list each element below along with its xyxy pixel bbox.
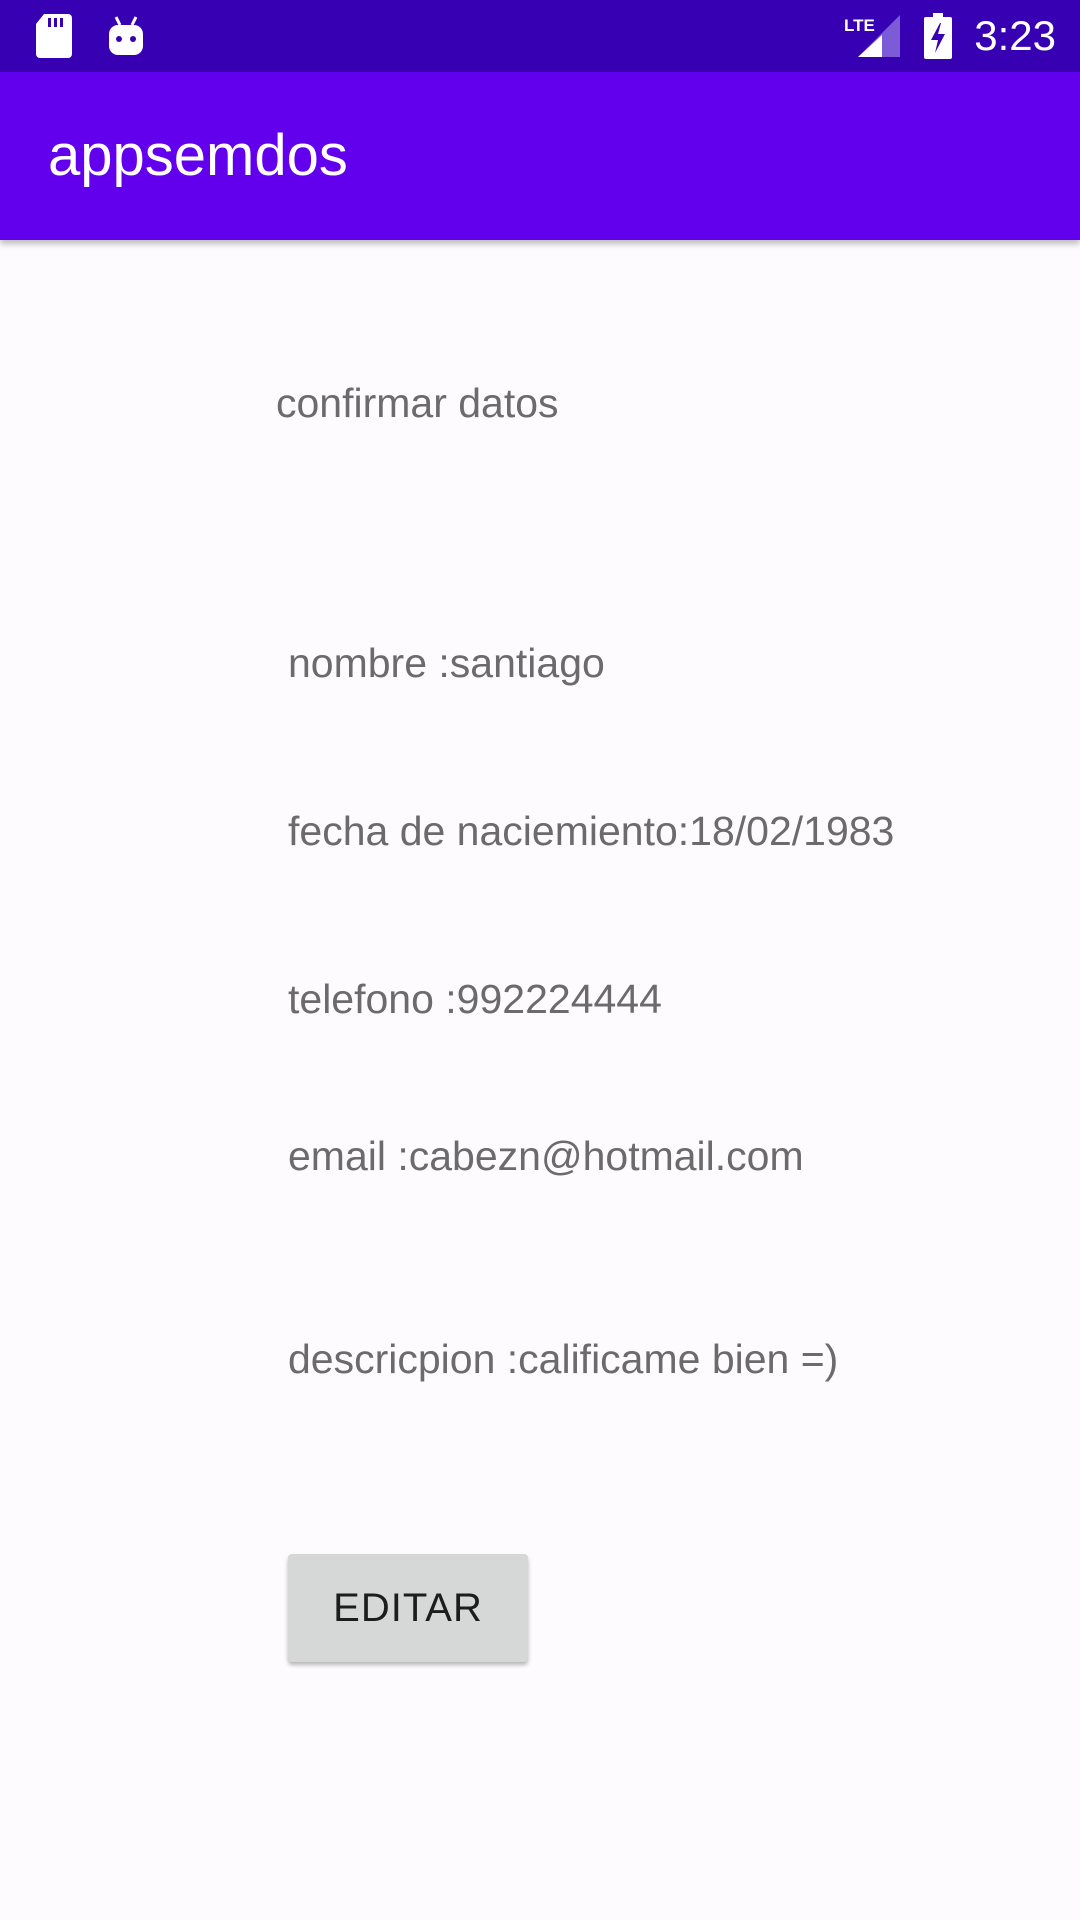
editar-button[interactable]: EDITAR [288,1554,528,1662]
descripcion-value: descricpion :calificame bien =) [288,1336,839,1382]
android-debug-icon [106,0,146,72]
telefono-value: telefono :992224444 [288,976,662,1022]
email-value: email :cabezn@hotmail.com [288,1133,804,1179]
app-bar: appsemdos [0,72,1080,240]
lte-label: LTE [844,16,875,35]
sd-card-icon [34,0,74,72]
battery-charging-icon [922,0,954,72]
page-heading: confirmar datos [276,380,559,426]
status-time: 3:23 [974,12,1056,59]
app-title: appsemdos [48,123,348,188]
lte-signal-icon: LTE [842,0,900,72]
status-bar: LTE 3:23 [0,0,1080,72]
nombre-value: nombre :santiago [288,640,605,686]
fecha-nacimiento-value: fecha de naciemiento:18/02/1983 [288,808,895,854]
